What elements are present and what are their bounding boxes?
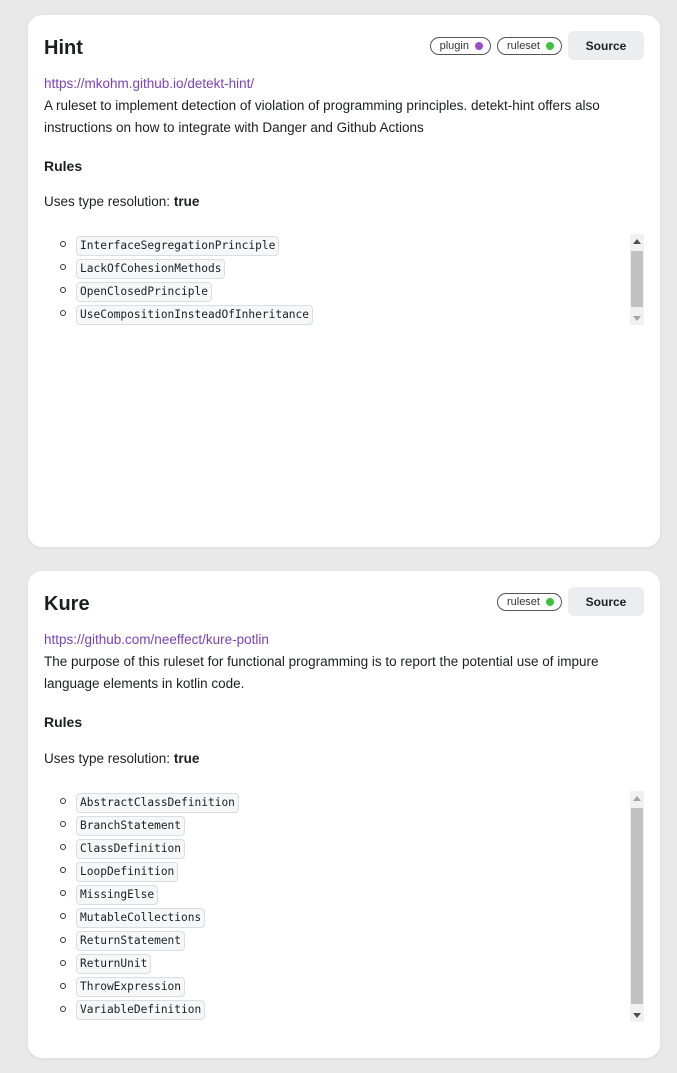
- type-resolution-value: true: [173, 194, 200, 209]
- bullet-circle-icon: [60, 241, 66, 247]
- type-resolution-value: true: [173, 751, 200, 766]
- bullet-circle-icon: [60, 867, 66, 874]
- scroll-thumb[interactable]: [631, 808, 643, 1004]
- rule-name: OpenClosedPrinciple: [76, 281, 212, 302]
- rule-name: ReturnUnit: [76, 954, 152, 975]
- rule-list-item: BranchStatement: [60, 814, 644, 837]
- tag-group: plugin ruleset Source: [429, 31, 644, 60]
- rule-list-item: InterfaceSegregationPrinciple: [60, 234, 644, 257]
- rule-list-item: LackOfCohesionMethods: [60, 257, 644, 280]
- rule-list-item: UseCompositionInsteadOfInheritance: [60, 303, 644, 325]
- rule-list-item: LoopDefinition: [60, 860, 644, 883]
- scroll-down-arrow-icon[interactable]: [630, 1008, 644, 1022]
- scroll-up-arrow-icon[interactable]: [630, 791, 644, 805]
- type-resolution: Uses type resolution: true: [44, 751, 199, 766]
- source-button[interactable]: Source: [568, 587, 644, 616]
- rules-scroll-area[interactable]: AbstractClassDefinition BranchStatement Cl…: [44, 791, 644, 1022]
- rules-list: InterfaceSegregationPrinciple LackOfCohes…: [44, 234, 644, 325]
- tag-label: ruleset: [506, 39, 540, 52]
- type-resolution-label: Uses type resolution:: [44, 751, 171, 766]
- rule-name: MissingElse: [76, 884, 159, 905]
- card-description: A ruleset to implement detection of viol…: [44, 98, 600, 135]
- bullet-circle-icon: [60, 890, 66, 897]
- rule-name: LackOfCohesionMethods: [76, 258, 226, 279]
- rule-list-item: ReturnStatement: [60, 930, 644, 953]
- tag-group: ruleset Source: [496, 587, 644, 616]
- bullet-circle-icon: [60, 798, 66, 804]
- rule-name: InterfaceSegregationPrinciple: [76, 235, 280, 256]
- rules-heading: Rules: [44, 158, 83, 174]
- rule-name: VariableDefinition: [76, 1000, 206, 1021]
- rules-scroll-area[interactable]: InterfaceSegregationPrinciple LackOfCohes…: [44, 234, 644, 325]
- rules-scrollbar[interactable]: [630, 234, 644, 325]
- scroll-down-arrow-icon[interactable]: [630, 311, 644, 325]
- project-link[interactable]: https://mkohm.github.io/detekt-hint/: [44, 76, 254, 91]
- card-title: Hint: [44, 37, 83, 59]
- project-link[interactable]: https://github.com/neeffect/kure-potlin: [44, 632, 269, 647]
- rule-name: AbstractClassDefinition: [76, 792, 239, 813]
- rule-name: BranchStatement: [76, 815, 186, 836]
- bullet-circle-icon: [60, 287, 66, 294]
- card-title: Kure: [44, 593, 90, 615]
- rule-list-item: AbstractClassDefinition: [60, 791, 644, 814]
- plugin-card-kure: Kure ruleset Source https://github.com/n…: [28, 571, 660, 1058]
- rule-list-item: VariableDefinition: [60, 999, 644, 1022]
- tag-color-dot: [474, 41, 483, 50]
- bullet-circle-icon: [60, 959, 66, 966]
- rules-heading: Rules: [44, 714, 83, 730]
- rule-list-item: ReturnUnit: [60, 953, 644, 976]
- scroll-thumb[interactable]: [631, 251, 643, 307]
- rules-list: AbstractClassDefinition BranchStatement Cl…: [44, 791, 644, 1022]
- scroll-up-arrow-icon[interactable]: [630, 234, 644, 248]
- rule-name: MutableCollections: [76, 908, 206, 929]
- tag-color-dot: [546, 41, 554, 50]
- rule-list-item: ClassDefinition: [60, 837, 644, 860]
- rule-list-item: MutableCollections: [60, 906, 644, 929]
- bullet-circle-icon: [60, 821, 66, 828]
- rule-name: UseCompositionInsteadOfInheritance: [76, 304, 314, 325]
- rule-list-item: OpenClosedPrinciple: [60, 280, 644, 303]
- tag-ruleset[interactable]: ruleset: [496, 36, 562, 55]
- tag-plugin[interactable]: plugin: [429, 36, 491, 55]
- tag-label: ruleset: [506, 595, 540, 608]
- bullet-circle-icon: [60, 264, 66, 271]
- type-resolution-label: Uses type resolution:: [44, 194, 171, 209]
- rule-name: ReturnStatement: [76, 931, 186, 952]
- rule-list-item: MissingElse: [60, 883, 644, 906]
- tag-color-dot: [546, 597, 554, 606]
- bullet-circle-icon: [60, 936, 66, 943]
- plugin-card-hint: Hint plugin ruleset Source https://mkohm…: [28, 15, 660, 547]
- rules-scrollbar[interactable]: [630, 791, 644, 1022]
- card-description: The purpose of this ruleset for function…: [44, 654, 599, 691]
- bullet-circle-icon: [60, 913, 66, 920]
- tag-label: plugin: [439, 39, 469, 52]
- bullet-circle-icon: [60, 982, 66, 989]
- rule-name: ThrowExpression: [76, 977, 186, 998]
- tag-ruleset[interactable]: ruleset: [496, 592, 562, 611]
- rule-name: ClassDefinition: [76, 838, 186, 859]
- bullet-circle-icon: [60, 1005, 66, 1012]
- bullet-circle-icon: [60, 844, 66, 851]
- bullet-circle-icon: [60, 310, 66, 317]
- rule-list-item: ThrowExpression: [60, 976, 644, 999]
- type-resolution: Uses type resolution: true: [44, 194, 199, 209]
- rule-name: LoopDefinition: [76, 861, 179, 882]
- source-button[interactable]: Source: [568, 31, 644, 60]
